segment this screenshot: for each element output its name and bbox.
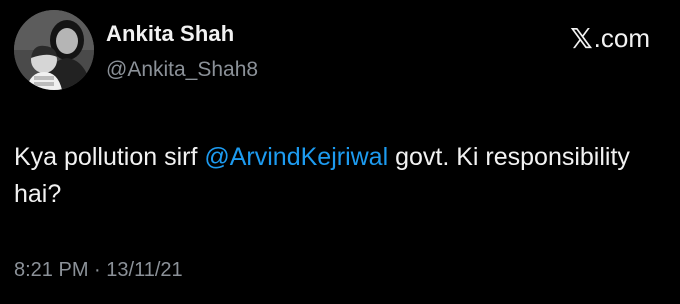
- profile-photo-icon: [14, 10, 94, 90]
- x-com-logo: 𝕏 .com: [570, 22, 650, 55]
- tweet-time: 8:21 PM: [14, 259, 89, 281]
- x-logo-icon: 𝕏: [570, 22, 593, 55]
- tweet-text-before: Kya pollution sirf: [14, 143, 205, 171]
- source-domain: .com: [593, 23, 650, 53]
- tweet-card: Ankita Shah @Ankita_Shah8 𝕏 .com Kya poll…: [0, 0, 680, 304]
- mention-link[interactable]: @ArvindKejriwal: [204, 143, 388, 171]
- tweet-date: 13/11/21: [106, 259, 183, 281]
- author-display-name[interactable]: Ankita Shah: [106, 21, 234, 47]
- author-handle[interactable]: @Ankita_Shah8: [106, 58, 258, 82]
- timestamp-separator: ·: [94, 259, 101, 281]
- avatar[interactable]: [14, 10, 94, 90]
- tweet-text: Kya pollution sirf @ArvindKejriwal govt.…: [14, 139, 634, 213]
- tweet-timestamp[interactable]: 8:21 PM · 13/11/21: [14, 259, 183, 282]
